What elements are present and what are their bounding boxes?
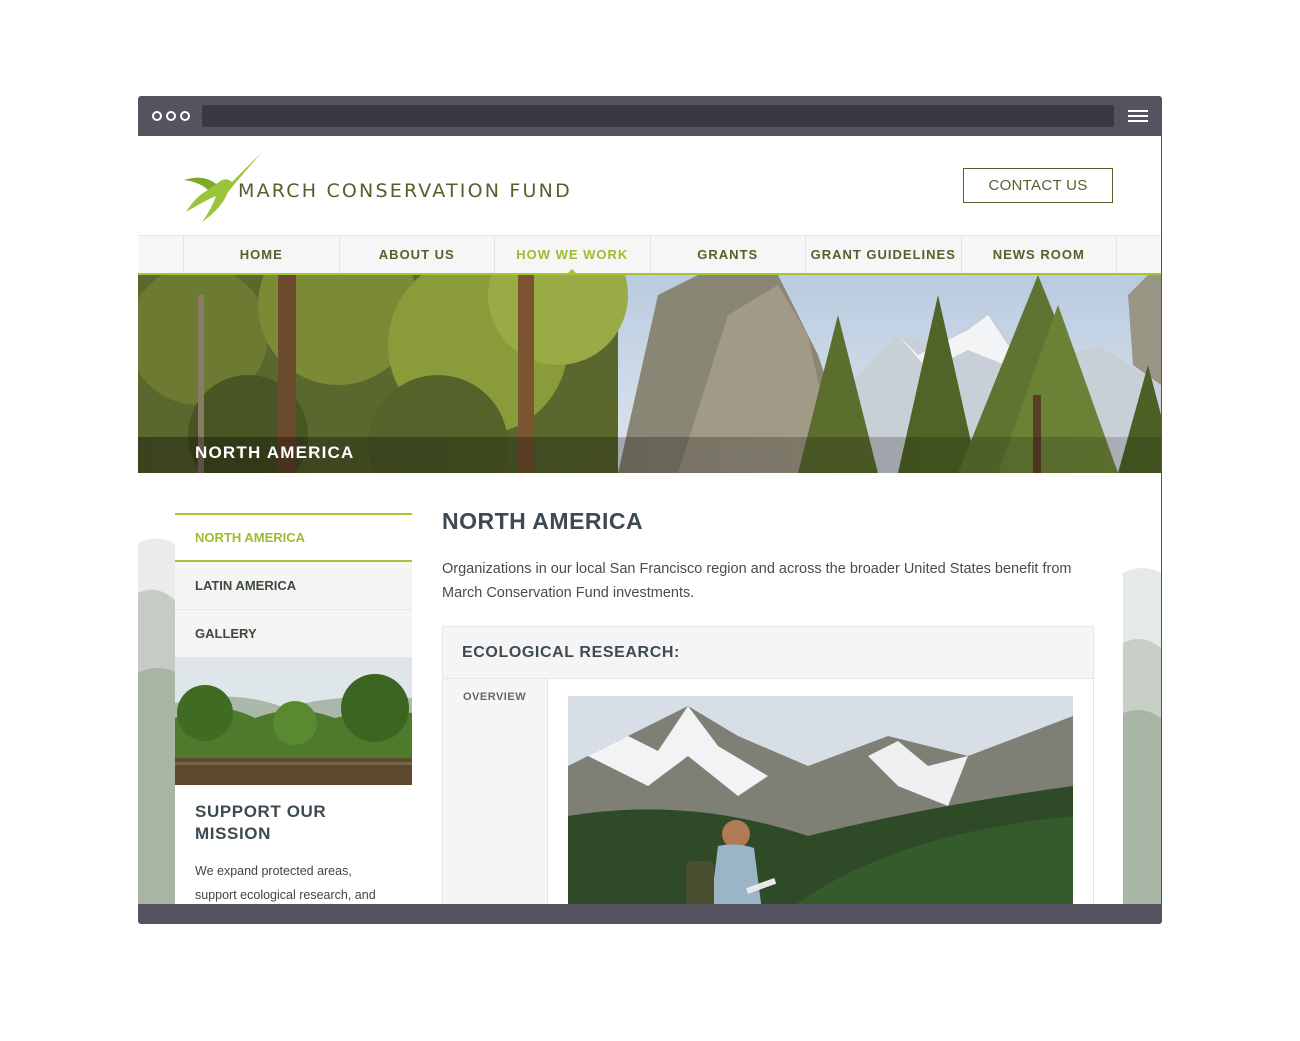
hamburger-icon[interactable] xyxy=(1128,110,1148,123)
main-nav: HOME ABOUT US HOW WE WORK GRANTS GRANT G… xyxy=(138,235,1161,275)
contact-us-button[interactable]: CONTACT US xyxy=(963,168,1113,203)
page-viewport: MARCH CONSERVATION FUND CONTACT US HOME … xyxy=(138,136,1161,904)
tab-overview[interactable]: OVERVIEW xyxy=(463,691,526,703)
hero-banner: NORTH AMERICA xyxy=(138,275,1161,473)
nav-item-grants[interactable]: GRANTS xyxy=(651,236,806,273)
address-bar[interactable] xyxy=(202,105,1114,127)
window-dots-icon[interactable] xyxy=(152,111,190,121)
nav-item-grant-guidelines[interactable]: GRANT GUIDELINES xyxy=(806,236,962,273)
hero-title: NORTH AMERICA xyxy=(195,443,355,462)
nav-item-how-we-work[interactable]: HOW WE WORK xyxy=(495,236,651,274)
nav-item-home[interactable]: HOME xyxy=(184,236,340,273)
support-mission-text: We expand protected areas, support ecolo… xyxy=(195,864,376,902)
intro-paragraph: Organizations in our local San Francisco… xyxy=(442,561,1072,601)
browser-toolbar xyxy=(138,96,1162,136)
nav-item-about-us[interactable]: ABOUT US xyxy=(340,236,495,273)
ecological-research-panel: ECOLOGICAL RESEARCH: OVERVIEW xyxy=(442,626,1094,904)
panel-title: ECOLOGICAL RESEARCH: xyxy=(443,627,1093,679)
panel-tab-column: OVERVIEW xyxy=(443,679,548,904)
window-dot[interactable] xyxy=(166,111,176,121)
window-dot[interactable] xyxy=(152,111,162,121)
sidebar-item-latin-america[interactable]: LATIN AMERICA xyxy=(175,562,412,610)
logo-text: MARCH CONSERVATION FUND xyxy=(238,180,572,202)
window-dot[interactable] xyxy=(180,111,190,121)
sidebar-item-north-america[interactable]: NORTH AMERICA xyxy=(175,513,412,562)
support-mission-title: SUPPORT OUR MISSION xyxy=(195,802,327,843)
support-mission-card: SUPPORT OUR MISSION We expand protected … xyxy=(175,785,412,904)
page-title: NORTH AMERICA xyxy=(442,508,644,534)
rainforest-river-image xyxy=(175,658,412,785)
site-logo[interactable]: MARCH CONSERVATION FUND xyxy=(182,152,622,222)
mountain-researcher-image xyxy=(568,696,1073,904)
site-header: MARCH CONSERVATION FUND CONTACT US xyxy=(138,136,1161,235)
sidebar: NORTH AMERICA LATIN AMERICA GALLERY SUPP… xyxy=(175,513,412,904)
nav-item-news-room[interactable]: NEWS ROOM xyxy=(962,236,1117,273)
sidebar-item-gallery[interactable]: GALLERY xyxy=(175,610,412,658)
main-content: NORTH AMERICA Organizations in our local… xyxy=(442,508,1094,904)
browser-window: MARCH CONSERVATION FUND CONTACT US HOME … xyxy=(138,96,1162,924)
